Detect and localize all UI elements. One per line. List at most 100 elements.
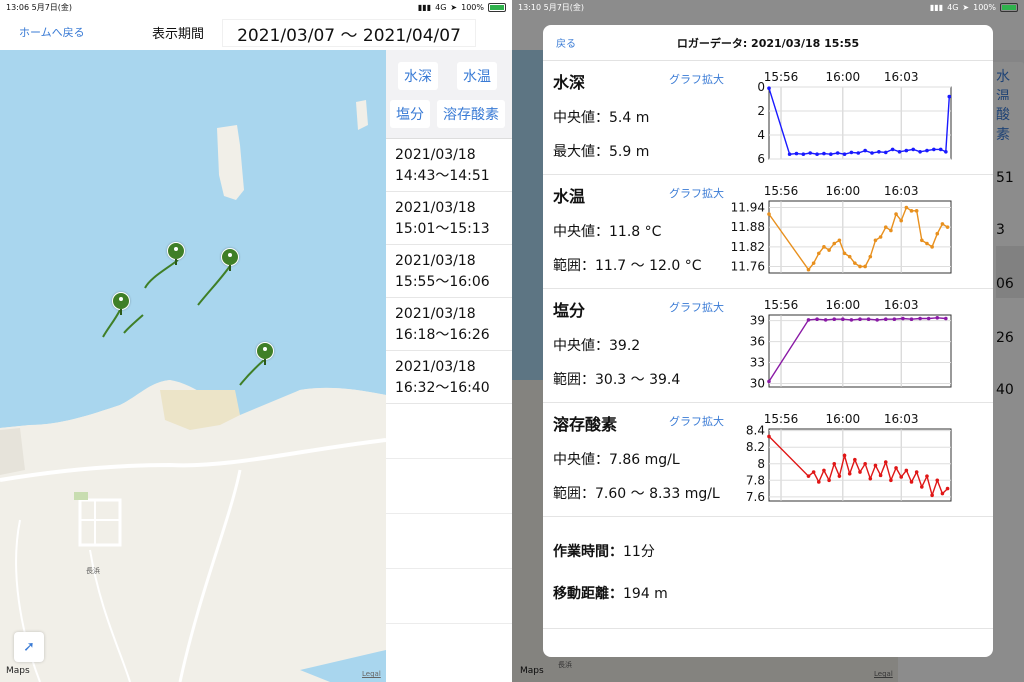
data-point xyxy=(806,474,811,478)
map-view[interactable]: 長浜 xyxy=(0,50,386,682)
zoom-button[interactable]: グラフ拡大 xyxy=(669,413,724,429)
data-point xyxy=(875,318,879,322)
plot-frame xyxy=(768,428,952,502)
data-point xyxy=(914,470,919,474)
home-back-button[interactable]: ホームへ戻る xyxy=(19,24,85,40)
battery-icon xyxy=(1000,2,1018,12)
list-item[interactable]: 2021/03/18 15:55〜16:06 xyxy=(386,245,512,298)
median-value: 中央値：39.2 xyxy=(553,338,641,354)
data-point xyxy=(945,486,950,491)
zoom-button[interactable]: グラフ拡大 xyxy=(669,299,724,315)
data-point xyxy=(883,150,888,155)
data-point xyxy=(811,261,816,265)
y-tick-label: 11.94 xyxy=(731,201,765,215)
data-point xyxy=(835,151,840,155)
y-tick-label: 11.82 xyxy=(731,240,765,254)
data-point xyxy=(787,152,792,156)
data-point xyxy=(806,267,811,272)
modal-back-button[interactable]: 戻る xyxy=(556,35,576,50)
data-point xyxy=(842,453,847,458)
dissolved-oxygen-chart: 8.4 8.2 8 7.8 7.6 15:56 16:00 16:03 xyxy=(746,412,952,504)
median-value: 中央値：5.4 m xyxy=(553,110,650,126)
tab-dissolved-oxygen[interactable]: 溶存酸素 xyxy=(437,100,505,128)
current-location-button[interactable]: ➚ xyxy=(14,632,44,662)
data-point xyxy=(945,225,950,229)
signal-icon: ▮▮▮ xyxy=(417,2,432,12)
section-title: 水温 xyxy=(553,187,586,206)
date-list: 2021/03/18 14:43〜14:51 2021/03/18 15:01〜15… xyxy=(386,139,512,624)
tab-depth[interactable]: 水深 xyxy=(398,62,438,90)
period-label: 表示期間 xyxy=(152,26,205,42)
data-point xyxy=(815,317,819,321)
location-arrow-icon: ➤ xyxy=(962,2,970,12)
data-point xyxy=(837,238,842,243)
battery-label: 100% xyxy=(973,2,996,12)
data-point xyxy=(815,152,819,156)
list-item xyxy=(386,514,512,569)
median-value: 中央値：11.8 °C xyxy=(553,224,662,240)
x-tick-label: 16:03 xyxy=(884,412,919,426)
x-tick-label: 15:56 xyxy=(764,70,799,84)
data-point xyxy=(918,316,922,321)
zoom-button[interactable]: グラフ拡大 xyxy=(669,185,724,201)
x-tick-label: 16:00 xyxy=(826,184,861,198)
section-temperature: 水温 グラフ拡大 中央値：11.8 °C 範囲：11.7 〜 12.0 °C 1… xyxy=(543,175,993,289)
data-point xyxy=(853,457,857,462)
place-label: 長浜 xyxy=(86,566,100,575)
track-pin[interactable] xyxy=(256,342,274,365)
data-point xyxy=(904,468,909,473)
network-label: 4G xyxy=(947,2,959,12)
data-point xyxy=(944,316,948,321)
depth-chart: 024615:56 16:00 16:03 xyxy=(757,70,952,166)
x-tick-label: 15:56 xyxy=(764,298,799,312)
list-item[interactable]: 2021/03/18 16:32〜16:40 xyxy=(386,351,512,404)
data-point xyxy=(904,205,909,210)
data-point xyxy=(868,476,873,481)
section-title: 水深 xyxy=(553,73,586,92)
data-point xyxy=(944,150,948,154)
data-point xyxy=(925,241,929,246)
legal-link[interactable]: Legal xyxy=(362,670,381,678)
data-point xyxy=(935,478,940,483)
data-point xyxy=(863,264,867,269)
period-value[interactable]: 2021/03/07 〜 2021/04/07 xyxy=(222,19,476,47)
section-title: 溶存酸素 xyxy=(553,415,618,434)
data-point xyxy=(878,235,883,239)
section-title: 塩分 xyxy=(553,301,586,320)
track-pin[interactable] xyxy=(221,248,239,271)
zoom-button[interactable]: グラフ拡大 xyxy=(669,71,724,87)
section-depth: 水深 グラフ拡大 中央値：5.4 m 最大値：5.9 m 0 2 4 6 15:56 16… xyxy=(543,61,993,175)
list-item[interactable]: 2021/03/18 16:18〜16:26 xyxy=(386,298,512,351)
data-point xyxy=(918,150,922,154)
data-point xyxy=(925,474,929,478)
data-point xyxy=(827,478,831,483)
y-tick-label: 4 xyxy=(757,128,765,142)
data-point xyxy=(832,241,837,246)
tab-temperature[interactable]: 水温 xyxy=(457,62,497,90)
range-value: 範囲：7.60 〜 8.33 mg/L xyxy=(553,486,720,502)
y-tick-label: 11.88 xyxy=(731,220,765,234)
list-item[interactable]: 2021/03/18 15:01〜15:13 xyxy=(386,192,512,245)
track-pin[interactable] xyxy=(167,242,185,265)
tab-salinity[interactable]: 塩分 xyxy=(390,100,430,128)
data-point xyxy=(914,209,919,213)
data-point xyxy=(911,147,916,152)
data-point xyxy=(849,150,854,155)
section-dissolved-oxygen: 溶存酸素 グラフ拡大 中央値：7.86 mg/L 範囲：7.60 〜 8.33 … xyxy=(543,403,993,517)
data-point xyxy=(909,209,914,213)
status-time: 13:06 xyxy=(6,2,30,12)
battery-label: 100% xyxy=(461,2,484,12)
maps-logo: Maps xyxy=(6,666,30,676)
data-point xyxy=(935,231,940,236)
data-point xyxy=(842,251,847,256)
distance: 移動距離：194 m xyxy=(553,586,668,602)
data-point xyxy=(816,480,821,484)
max-value: 最大値：5.9 m xyxy=(553,144,650,160)
side-panel: 水深 水温 塩分 溶存酸素 2021/03/18 14:43〜14:51 2021… xyxy=(386,50,512,682)
data-point xyxy=(863,461,867,466)
x-tick-label: 16:00 xyxy=(826,70,861,84)
data-point xyxy=(847,471,852,476)
list-item[interactable]: 2021/03/18 14:43〜14:51 xyxy=(386,139,512,192)
status-time: 13:10 xyxy=(518,2,542,12)
track-pin[interactable] xyxy=(112,292,130,315)
